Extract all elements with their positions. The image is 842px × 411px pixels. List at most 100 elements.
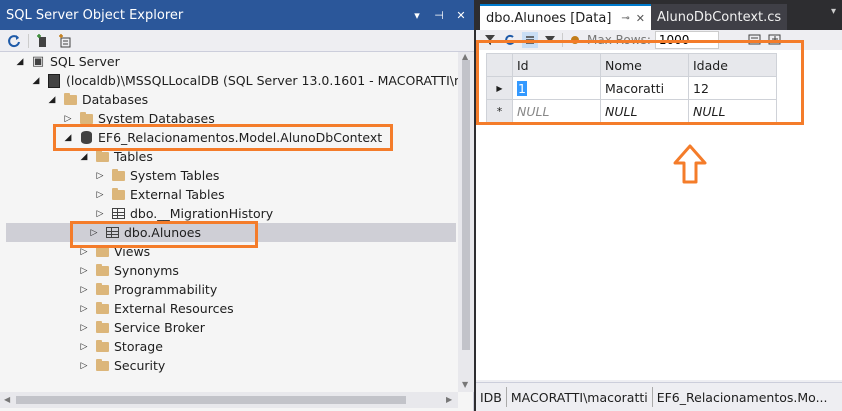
- tree-node-synonyms[interactable]: ▷ Synonyms: [78, 261, 179, 280]
- cell-nome[interactable]: Macoratti: [600, 76, 689, 100]
- tree-node-security[interactable]: ▷ Security: [78, 356, 166, 375]
- grid-corner[interactable]: [486, 53, 513, 77]
- tree-node-tables[interactable]: ◢ Tables: [78, 147, 153, 166]
- scrollbar-thumb[interactable]: [16, 396, 406, 404]
- expand-arrow-icon[interactable]: ▷: [78, 285, 90, 295]
- tree-node-alunoes[interactable]: ▷ dbo.Alunoes: [6, 223, 456, 242]
- collapse-arrow-icon[interactable]: ◢: [78, 152, 90, 162]
- tab-label: AlunoDbContext.cs: [657, 9, 782, 25]
- tree-label: Service Broker: [114, 320, 205, 335]
- expand-arrow-icon[interactable]: ▷: [78, 266, 90, 276]
- tree-label: External Tables: [130, 187, 225, 202]
- filter-dropdown-icon[interactable]: [542, 32, 558, 48]
- tab-alunodbcontext[interactable]: AlunoDbContext.cs: [651, 4, 788, 30]
- auto-hide-pin-icon[interactable]: ⊣: [430, 9, 448, 22]
- tree-label: Views: [114, 244, 151, 259]
- new-query-icon[interactable]: [57, 33, 73, 49]
- expand-arrow-icon[interactable]: ▷: [78, 342, 90, 352]
- folder-icon: [94, 244, 110, 259]
- data-toolbar: Max Rows:: [476, 30, 842, 50]
- tree-node-programmability[interactable]: ▷ Programmability: [78, 280, 218, 299]
- tab-label: dbo.Alunoes [Data]: [486, 10, 612, 26]
- tree-vertical-scrollbar[interactable]: ▲ ▼: [458, 52, 474, 392]
- tree-horizontal-scrollbar[interactable]: ◀ ▶: [0, 392, 458, 408]
- expand-arrow-icon[interactable]: ▷: [78, 323, 90, 333]
- explorer-title: SQL Server Object Explorer: [6, 7, 184, 23]
- tree-node-views[interactable]: ▷ Views: [78, 242, 151, 261]
- script-icon[interactable]: [747, 32, 763, 48]
- document-tabs: dbo.Alunoes [Data] ⊸ ✕ AlunoDbContext.cs…: [476, 0, 842, 30]
- stop-icon[interactable]: [567, 32, 583, 48]
- refresh-icon[interactable]: [502, 32, 518, 48]
- status-user: MACORATTI\macoratti: [507, 387, 653, 407]
- table-row[interactable]: * NULL NULL NULL: [486, 99, 777, 123]
- column-header-nome[interactable]: Nome: [600, 53, 689, 77]
- collapse-arrow-icon[interactable]: ◢: [30, 76, 42, 86]
- current-row-indicator-icon[interactable]: ▶: [486, 76, 513, 100]
- new-row-indicator[interactable]: *: [486, 99, 513, 123]
- tree-node-system-databases[interactable]: ▷ System Databases: [62, 109, 215, 128]
- up-arrow-icon: [673, 144, 707, 184]
- tree-label: Programmability: [114, 282, 218, 297]
- expand-arrow-icon[interactable]: ▷: [94, 209, 106, 219]
- pin-tab-icon[interactable]: ⊸: [621, 13, 629, 24]
- cell-idade[interactable]: 12: [688, 76, 777, 100]
- sql-server-icon: ▣: [31, 53, 45, 69]
- expand-arrow-icon[interactable]: ▷: [94, 190, 106, 200]
- max-rows-input[interactable]: [654, 31, 719, 49]
- object-explorer-pane: SQL Server Object Explorer ▾ ⊣ ✕ ◢ ▣ SQL…: [0, 0, 474, 411]
- tree-node-system-tables[interactable]: ▷ System Tables: [94, 166, 220, 185]
- scroll-left-icon[interactable]: ◀: [4, 395, 10, 404]
- tree-node-external-tables[interactable]: ▷ External Tables: [94, 185, 225, 204]
- refresh-icon[interactable]: [6, 33, 22, 49]
- cell-id[interactable]: 1: [512, 76, 601, 100]
- cell-nome[interactable]: NULL: [600, 99, 689, 123]
- folder-icon: [94, 358, 110, 373]
- expand-arrow-icon[interactable]: ▷: [78, 361, 90, 371]
- add-server-icon[interactable]: [35, 33, 51, 49]
- tree-node-migration-history[interactable]: ▷ dbo.__MigrationHistory: [94, 204, 274, 223]
- column-header-idade[interactable]: Idade: [688, 53, 777, 77]
- folder-icon: [94, 339, 110, 354]
- export-icon[interactable]: [767, 32, 783, 48]
- sort-icon[interactable]: [522, 32, 538, 48]
- cell-idade[interactable]: NULL: [688, 99, 777, 123]
- filter-icon[interactable]: [482, 32, 498, 48]
- tree-node-external-resources[interactable]: ▷ External Resources: [78, 299, 234, 318]
- tree-node-service-broker[interactable]: ▷ Service Broker: [78, 318, 205, 337]
- tree-label: EF6_Relacionamentos.Model.AlunoDbContext: [98, 130, 383, 145]
- expand-arrow-icon[interactable]: ▷: [88, 228, 100, 238]
- status-database: EF6_Relacionamentos.Mo...: [656, 389, 828, 405]
- scrollbar-thumb[interactable]: [462, 60, 470, 350]
- tab-list-dropdown-icon[interactable]: ▾: [831, 6, 836, 17]
- tree-node-sql-server[interactable]: ◢ ▣ SQL Server: [14, 52, 120, 71]
- toolbar-separator: [28, 33, 29, 48]
- data-grid: Id Nome Idade ▶ 1 Macoratti 12 * NULL NU…: [486, 53, 777, 123]
- tree-node-storage[interactable]: ▷ Storage: [78, 337, 163, 356]
- table-icon: [104, 226, 120, 240]
- collapse-arrow-icon[interactable]: ◢: [62, 133, 74, 143]
- close-tab-icon[interactable]: ✕: [636, 12, 645, 25]
- tree-label: System Databases: [98, 111, 215, 126]
- expand-arrow-icon[interactable]: ▷: [78, 304, 90, 314]
- cell-id[interactable]: NULL: [512, 99, 601, 123]
- table-row[interactable]: ▶ 1 Macoratti 12: [486, 76, 777, 100]
- expand-arrow-icon[interactable]: ▷: [62, 114, 74, 124]
- max-rows-label: Max Rows:: [587, 33, 651, 47]
- tree-node-localdb[interactable]: ◢ (localdb)\MSSQLLocalDB (SQL Server 13.…: [30, 71, 458, 90]
- folder-icon: [110, 187, 126, 202]
- expand-arrow-icon[interactable]: ▷: [94, 171, 106, 181]
- expand-arrow-icon[interactable]: ▷: [78, 247, 90, 257]
- scroll-right-icon[interactable]: ▶: [446, 395, 452, 404]
- tree-node-databases[interactable]: ◢ Databases: [46, 90, 149, 109]
- scroll-down-icon[interactable]: ▼: [462, 380, 468, 389]
- toolbar-separator: [562, 33, 563, 47]
- column-header-id[interactable]: Id: [512, 53, 601, 77]
- collapse-arrow-icon[interactable]: ◢: [14, 57, 26, 67]
- close-icon[interactable]: ✕: [452, 9, 470, 22]
- collapse-arrow-icon[interactable]: ◢: [46, 95, 58, 105]
- window-position-dropdown-icon[interactable]: ▾: [408, 9, 426, 22]
- tree-node-ef6-database[interactable]: ◢ EF6_Relacionamentos.Model.AlunoDbConte…: [62, 128, 383, 147]
- tab-alunoes-data[interactable]: dbo.Alunoes [Data] ⊸ ✕: [480, 4, 651, 30]
- folder-icon: [78, 111, 94, 126]
